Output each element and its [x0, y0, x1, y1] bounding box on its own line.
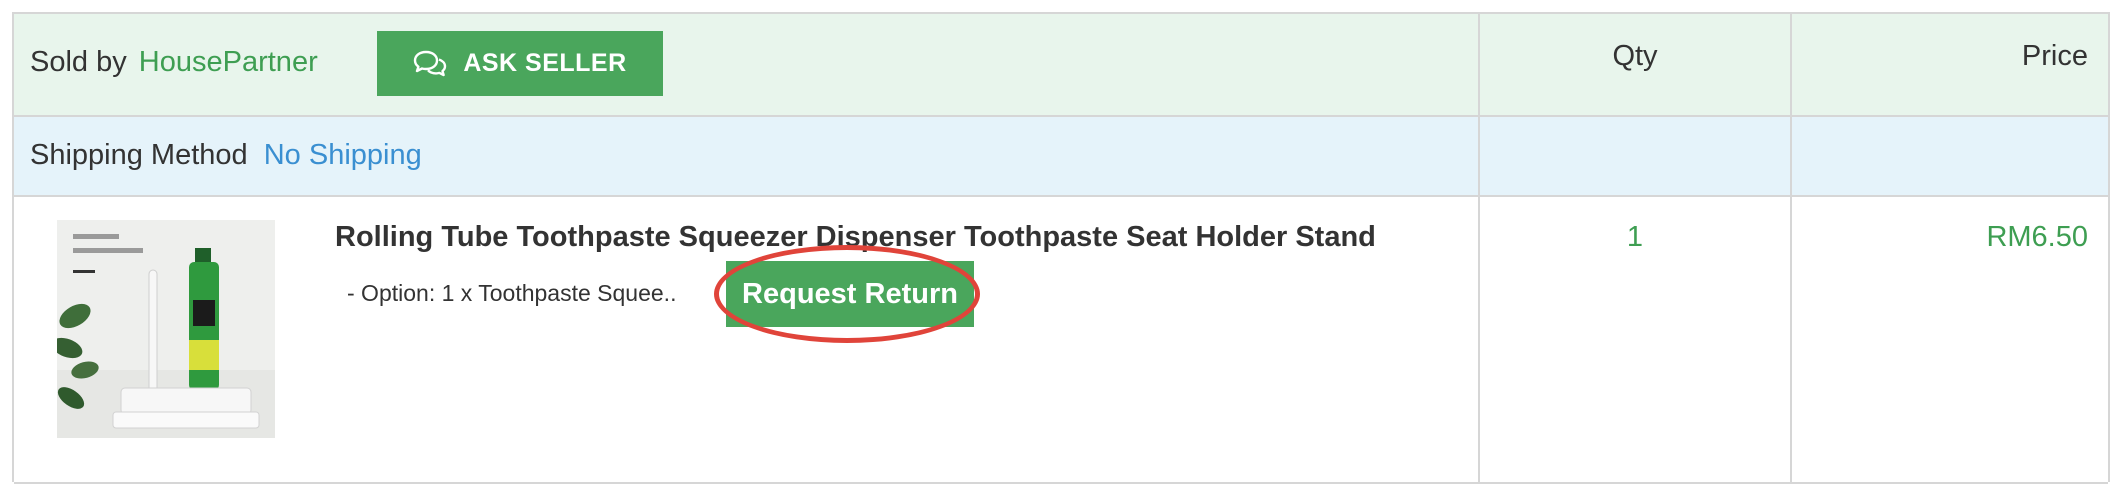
shipping-method-row: Shipping Method No Shipping: [14, 117, 2108, 197]
sold-by: Sold by HousePartner: [30, 46, 318, 79]
item-price: RM6.50: [1986, 221, 2088, 253]
order-item-row: Rolling Tube Toothpaste Squeezer Dispens…: [14, 197, 2108, 484]
item-details-cell: Rolling Tube Toothpaste Squeezer Dispens…: [14, 197, 1480, 482]
item-qty-cell: 1: [1480, 197, 1792, 482]
shipping-method-value: No Shipping: [263, 139, 422, 171]
product-option: - Option: 1 x Toothpaste Squee..: [347, 280, 677, 306]
price-column-header: Price: [2021, 40, 2088, 72]
shipping-qty-cell: [1480, 117, 1792, 195]
sold-by-label: Sold by: [30, 46, 127, 78]
ask-seller-label: ASK SELLER: [463, 49, 627, 77]
toothpaste-squeezer-product-image: [57, 220, 275, 438]
shipping-method-label: Shipping Method: [30, 139, 248, 171]
seller-header-row: Sold by HousePartner ASK SELLER Qty Pric…: [14, 14, 2108, 117]
qty-column-header: Qty: [1612, 40, 1658, 72]
shipping-method: Shipping Method No Shipping: [30, 139, 422, 172]
seller-cell: Sold by HousePartner ASK SELLER: [14, 14, 1480, 115]
price-header-cell: Price: [1792, 14, 2108, 115]
product-image[interactable]: [57, 220, 275, 438]
request-return-button[interactable]: Request Return: [726, 261, 974, 327]
chat-bubbles-icon: [414, 50, 447, 76]
product-title-link[interactable]: Rolling Tube Toothpaste Squeezer Dispens…: [335, 221, 1376, 254]
shipping-price-cell: [1792, 117, 2108, 195]
item-qty: 1: [1626, 221, 1644, 253]
order-table: Sold by HousePartner ASK SELLER Qty Pric…: [12, 12, 2110, 484]
qty-header-cell: Qty: [1480, 14, 1792, 115]
ask-seller-button[interactable]: ASK SELLER: [377, 31, 663, 96]
shipping-cell: Shipping Method No Shipping: [14, 117, 1480, 195]
seller-name-link[interactable]: HousePartner: [139, 46, 318, 78]
item-price-cell: RM6.50: [1792, 197, 2108, 482]
